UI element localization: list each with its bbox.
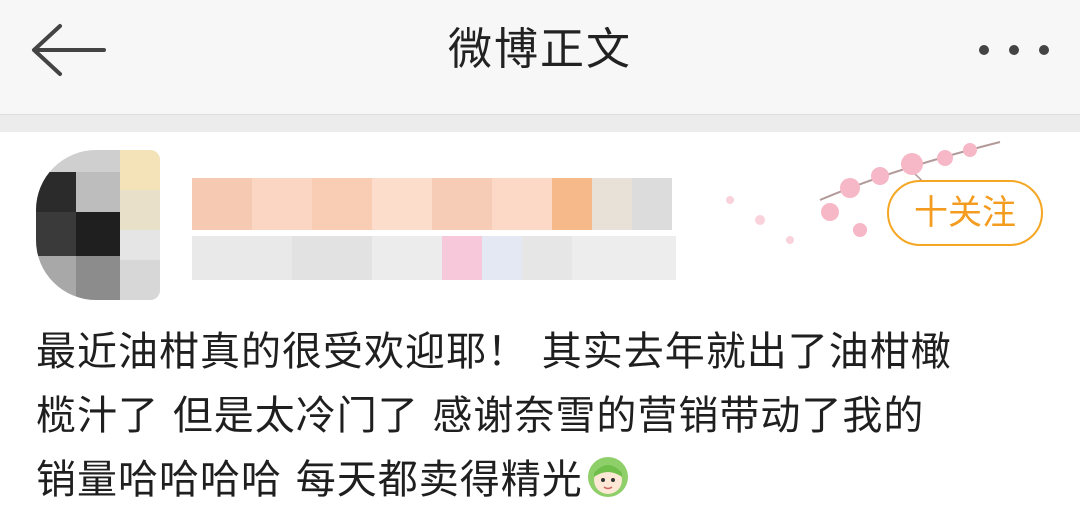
post-content: 最近油柑真的很受欢迎耶！ 其实去年就出了油柑橄 榄汁了 但是太冷门了 感谢奈雪的…	[36, 320, 1046, 512]
section-divider	[0, 114, 1080, 132]
follow-button[interactable]: 十关注	[887, 180, 1043, 246]
post-text-line-content: 销量哈哈哈哈 每天都卖得精光	[36, 457, 583, 503]
more-dots-icon	[979, 45, 1049, 55]
green-hair-girl-emoji-icon	[587, 457, 628, 497]
avatar[interactable]	[36, 150, 160, 300]
more-button[interactable]	[974, 30, 1056, 70]
post-text-line-last: 销量哈哈哈哈 每天都卖得精光	[36, 448, 1046, 512]
post-text-line: 榄汁了 但是太冷门了 感谢奈雪的营销带动了我的	[36, 393, 925, 439]
top-navigation-bar: 微博正文	[0, 0, 1080, 114]
post-meta-blurred	[192, 236, 676, 280]
username-blurred[interactable]	[192, 178, 672, 230]
page-title: 微博正文	[448, 24, 632, 75]
post-text-line: 最近油柑真的很受欢迎耶！ 其实去年就出了油柑橄	[36, 329, 952, 375]
